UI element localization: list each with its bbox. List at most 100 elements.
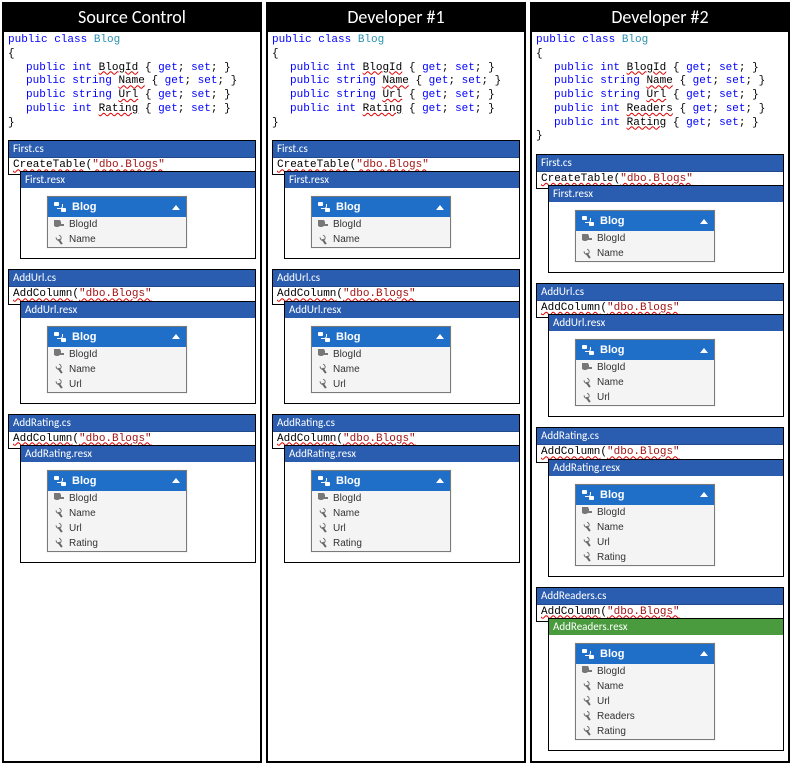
wrench-icon xyxy=(52,233,66,247)
column: Source Controlpublic class Blog{public i… xyxy=(2,2,262,763)
cs-card: AddUrl.csAddColumn("dbo.Blogs" xyxy=(536,283,784,318)
wrench-icon xyxy=(52,506,66,520)
cs-title: First.cs xyxy=(537,155,783,172)
entity-body: BlogIdNameUrl xyxy=(48,347,186,392)
code-line: { xyxy=(536,48,784,62)
property-name: Name xyxy=(333,234,360,245)
entity-property: Name xyxy=(576,246,714,261)
entity-card: Blog BlogId Name Url Readers Rating xyxy=(575,643,715,740)
key-icon xyxy=(318,493,328,503)
code-line: public class Blog xyxy=(272,34,520,48)
resx-title: AddUrl.resx xyxy=(285,302,519,318)
property-name: Name xyxy=(597,522,624,533)
entity-icon xyxy=(582,490,594,500)
property-name: BlogId xyxy=(597,362,625,373)
resx-title: First.resx xyxy=(285,172,519,188)
entity-property: BlogId xyxy=(48,491,186,506)
entity-name: Blog xyxy=(336,201,360,213)
entity-card: Blog BlogIdNameUrl xyxy=(47,326,187,393)
cs-title: AddRating.cs xyxy=(273,415,519,432)
property-name: Url xyxy=(333,523,346,534)
wrench-icon xyxy=(316,506,330,520)
resx-card: First.resx Blog BlogId Name xyxy=(284,171,520,259)
entity-header: Blog xyxy=(576,485,714,505)
entity-property: Url xyxy=(312,521,450,536)
resx-title: AddReaders.resx xyxy=(549,619,783,635)
entity-property: Url xyxy=(312,377,450,392)
entity-property: Name xyxy=(312,506,450,521)
entity-header: Blog xyxy=(576,644,714,664)
entity-property: Name xyxy=(576,520,714,535)
entity-property: Url xyxy=(576,694,714,709)
code-line: public string Name { get; set; } xyxy=(536,75,784,89)
cs-card: AddRating.csAddColumn("dbo.Blogs" xyxy=(8,414,256,449)
property-name: Readers xyxy=(597,711,635,722)
chevron-up-icon xyxy=(436,205,444,210)
entity-name: Blog xyxy=(600,648,624,660)
entity-property: BlogId xyxy=(48,217,186,232)
cs-card: AddReaders.csAddColumn("dbo.Blogs" xyxy=(536,587,784,622)
wrench-icon xyxy=(52,377,66,391)
wrench-icon xyxy=(580,535,594,549)
code-line: public string Url { get; set; } xyxy=(8,89,256,103)
property-name: Rating xyxy=(333,538,362,549)
wrench-icon xyxy=(316,362,330,376)
cs-title: AddUrl.cs xyxy=(273,270,519,287)
code-block: public class Blog{public int BlogId { ge… xyxy=(532,32,788,150)
entity-name: Blog xyxy=(72,331,96,343)
entity-property: Url xyxy=(48,521,186,536)
entity-body: BlogId Name xyxy=(48,217,186,247)
property-name: Rating xyxy=(597,726,626,737)
resx-card: AddUrl.resx Blog BlogIdNameUrl xyxy=(284,301,520,404)
entity-property: BlogId xyxy=(48,347,186,362)
code-line: public string Name { get; set; } xyxy=(8,75,256,89)
entity-header: Blog xyxy=(312,197,450,217)
entity-name: Blog xyxy=(336,331,360,343)
entity-name: Blog xyxy=(600,215,624,227)
entity-card: Blog BlogIdName xyxy=(575,210,715,262)
cs-title: AddUrl.cs xyxy=(9,270,255,287)
entity-body: BlogIdNameUrl xyxy=(312,347,450,392)
entity-header: Blog xyxy=(48,327,186,347)
code-line: public int Rating { get; set; } xyxy=(272,103,520,117)
entity-property: Rating xyxy=(576,724,714,739)
property-name: BlogId xyxy=(597,666,625,677)
property-name: Name xyxy=(597,681,624,692)
entity-property: BlogId xyxy=(576,664,714,679)
entity-name: Blog xyxy=(600,489,624,501)
key-icon xyxy=(582,507,592,517)
entity-body: BlogId Name Url xyxy=(576,360,714,405)
cs-title: First.cs xyxy=(9,141,255,158)
entity-card: Blog BlogIdNameUrl xyxy=(311,326,451,393)
property-name: Name xyxy=(597,377,624,388)
resx-card: First.resxBlogBlogIdName xyxy=(20,171,256,259)
chevron-up-icon xyxy=(700,348,708,353)
property-name: BlogId xyxy=(69,349,97,360)
property-name: BlogId xyxy=(597,507,625,518)
entity-body: BlogIdName xyxy=(576,231,714,261)
resx-title: AddRating.resx xyxy=(549,460,783,476)
code-line: { xyxy=(8,48,256,62)
chevron-up-icon xyxy=(172,205,180,210)
entity-icon xyxy=(318,476,330,486)
entity-name: Blog xyxy=(72,201,96,213)
entity-body: BlogId Name Url Readers Rating xyxy=(576,664,714,739)
resx-card: AddRating.resxBlogBlogIdNameUrlRating xyxy=(20,445,256,563)
entity-header: Blog xyxy=(576,211,714,231)
property-name: BlogId xyxy=(333,349,361,360)
chevron-up-icon xyxy=(700,651,708,656)
code-line: public class Blog xyxy=(8,34,256,48)
entity-property: Url xyxy=(48,377,186,392)
property-name: BlogId xyxy=(333,219,361,230)
entity-property: Rating xyxy=(576,550,714,565)
cs-title: AddUrl.cs xyxy=(537,284,783,301)
entity-body: BlogId Name xyxy=(312,217,450,247)
property-name: Name xyxy=(69,234,96,245)
property-name: Url xyxy=(69,523,82,534)
resx-card: AddRating.resxBlogBlogIdNameUrlRating xyxy=(284,445,520,563)
wrench-icon xyxy=(580,247,594,261)
entity-property: Url xyxy=(576,390,714,405)
code-line: public int BlogId { get; set; } xyxy=(272,62,520,76)
chevron-up-icon xyxy=(436,334,444,339)
cs-card: First.csCreateTable("dbo.Blogs" xyxy=(272,140,520,175)
